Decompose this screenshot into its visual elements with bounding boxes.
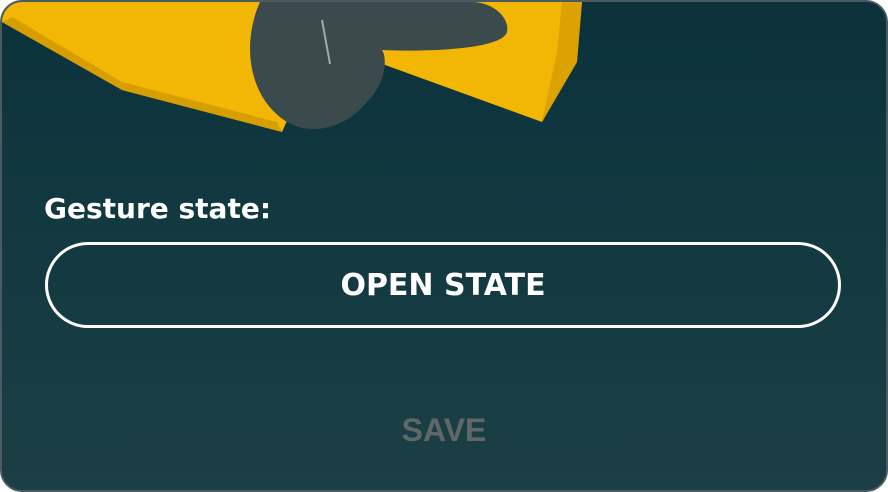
gesture-state-label: Gesture state: <box>44 192 272 225</box>
open-state-button[interactable]: OPEN STATE <box>45 242 841 328</box>
save-button[interactable]: SAVE <box>2 412 886 449</box>
hand-gesture-icon <box>2 2 582 132</box>
gesture-dialog: Gesture state: OPEN STATE SAVE <box>0 0 888 492</box>
